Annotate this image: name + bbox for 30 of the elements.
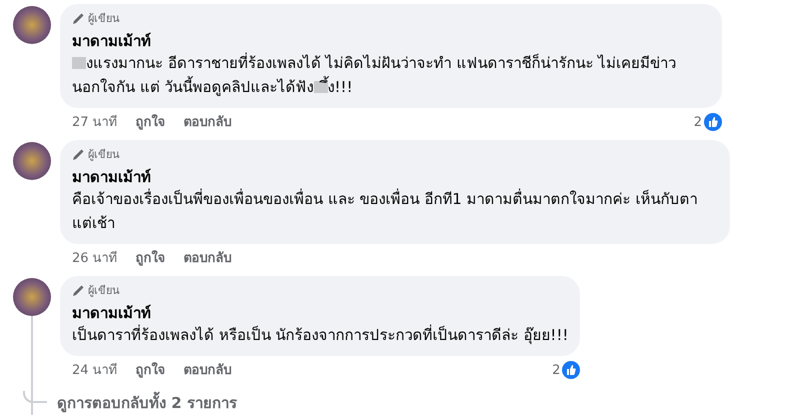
author-label: ผู้เขียน	[88, 283, 120, 299]
author-label: ผู้เขียน	[88, 11, 120, 27]
author-name[interactable]: มาดามเม้าท์	[72, 302, 568, 322]
reply-link[interactable]: ตอบกลับ	[184, 248, 232, 268]
author-name[interactable]: มาดามเม้าท์	[72, 166, 718, 186]
reaction-count[interactable]: 2	[552, 360, 560, 380]
like-link[interactable]: ถูกใจ	[136, 360, 166, 380]
comment-text: คือเจ้าของเรื่องเป็นพี่ของเพื่อนของเพื่อน และ ของเพื่อน อีกที1 มาดามตื่นมาตกใจมากค่ะ เห็นกับตา แต่เช้า	[72, 188, 698, 234]
thumbs-up-icon	[562, 361, 580, 380]
author-label: ผู้เขียน	[88, 147, 120, 163]
avatar-image[interactable]	[13, 142, 51, 180]
avatar-image[interactable]	[13, 278, 51, 316]
comment-time[interactable]: 24 นาที	[72, 360, 118, 380]
author-name[interactable]: มาดามเม้าท์	[72, 30, 710, 50]
reply-link[interactable]: ตอบกลับ	[184, 360, 232, 380]
avatar-image[interactable]	[13, 6, 51, 44]
view-replies-link[interactable]: ดูการตอบกลับทั้ง 2 รายการ	[57, 392, 237, 414]
like-link[interactable]: ถูกใจ	[136, 112, 166, 132]
thumbs-up-icon	[704, 113, 722, 132]
comment-time[interactable]: 26 นาที	[72, 248, 118, 268]
thread-curve	[23, 391, 47, 404]
comment-text: เป็นดาราที่ร้องเพลงได้ หรือเป็น นักร้องจากการประกวดที่เป็นดาราดีล่ะ อุ๊ยย!!!	[72, 324, 568, 346]
reaction-count[interactable]: 2	[694, 112, 702, 132]
reply-link[interactable]: ตอบกลับ	[184, 112, 232, 132]
pen-icon	[72, 149, 84, 162]
comment-time[interactable]: 27 นาที	[72, 112, 118, 132]
like-link[interactable]: ถูกใจ	[136, 248, 166, 268]
comment-text: งแรงมากนะ อีดาราชายที่ร้องเพลงได้ ไม่คิดไม่ฝันว่าจะทำ แฟนดาราชีก็น่ารักนะ ไม่เคยมีข่าว นอกใจกัน แต่ วันนี้พอดูคลิปและได้ฟัง ึ้ง!!!	[72, 52, 678, 98]
pen-icon	[72, 285, 84, 298]
pen-icon	[72, 13, 84, 26]
